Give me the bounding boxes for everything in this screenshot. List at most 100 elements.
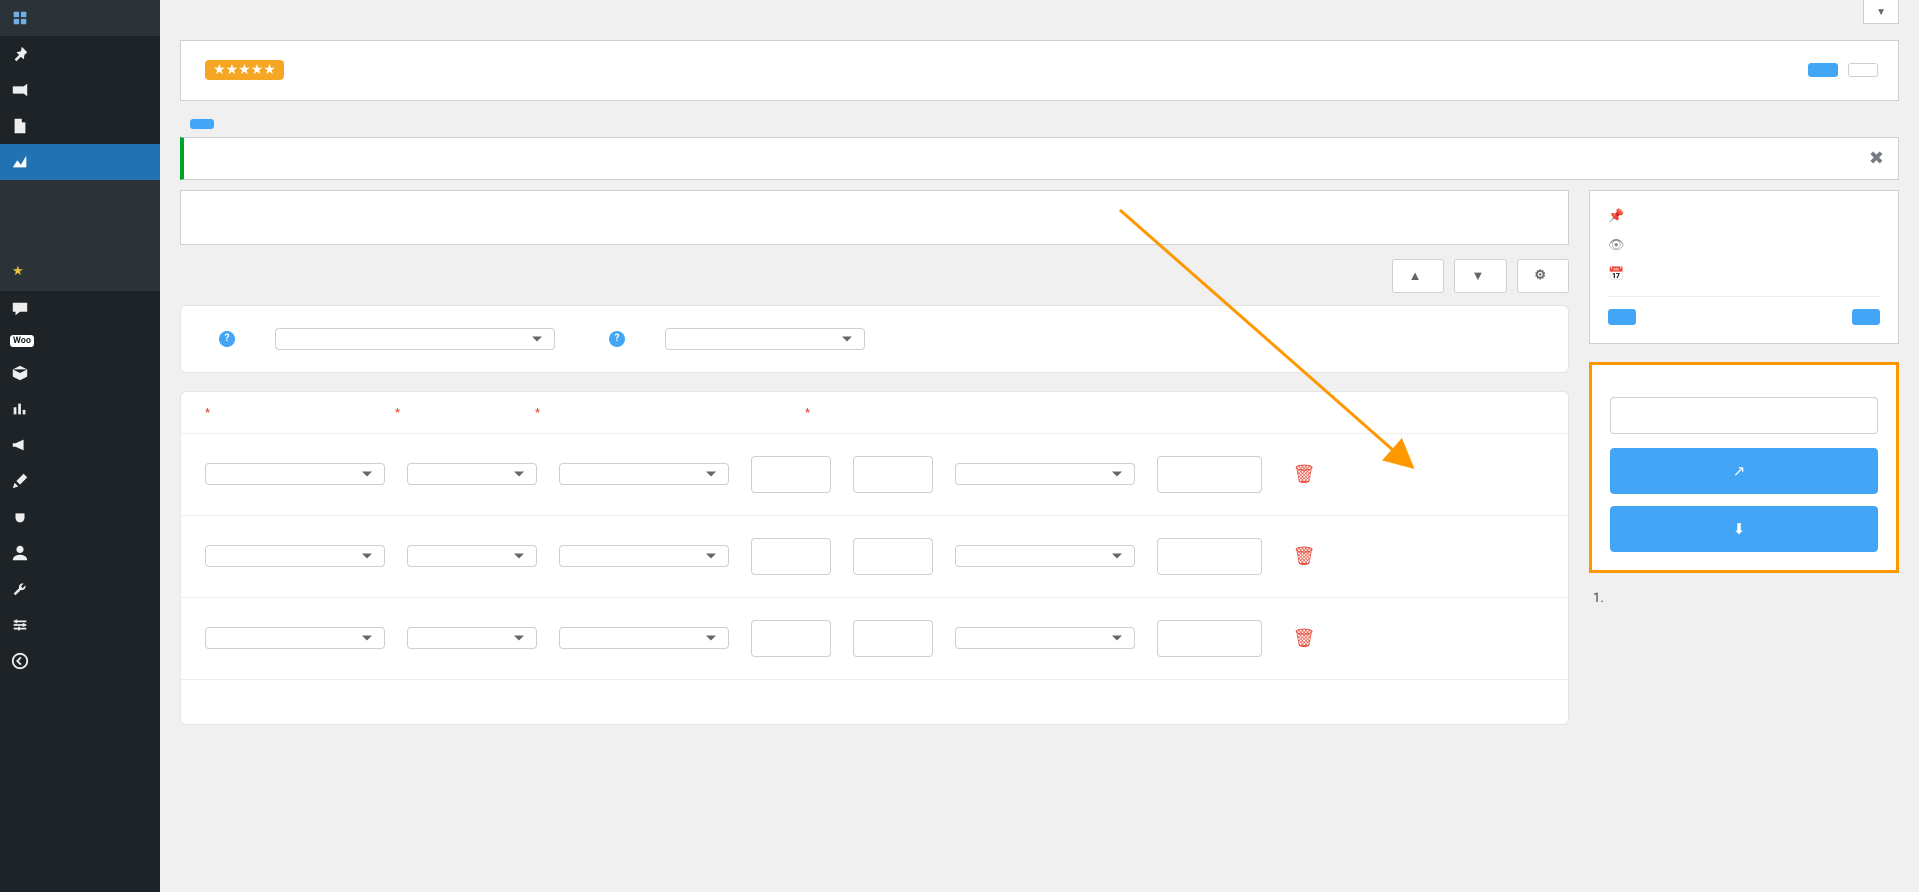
assigned-value-select[interactable] — [559, 627, 729, 649]
feed-type-select[interactable] — [665, 328, 865, 350]
sidebar-item-comments[interactable] — [0, 291, 160, 327]
main-content: ★★★★★ ✖ — [160, 0, 1919, 892]
sidebar-item-media[interactable] — [0, 72, 160, 108]
sidebar-sub-settings[interactable] — [0, 234, 160, 246]
attributes-table: * * * * — [180, 391, 1569, 725]
assigned-value-select[interactable] — [559, 463, 729, 485]
pages-icon — [10, 116, 30, 136]
output-filter-select[interactable] — [955, 463, 1135, 485]
sidebar-item-products[interactable] — [0, 355, 160, 391]
sidebar-item-users[interactable] — [0, 535, 160, 571]
not-now-button[interactable] — [1848, 63, 1878, 77]
sidebar-item-collapse[interactable] — [0, 643, 160, 679]
suffix-input[interactable] — [853, 620, 933, 657]
sidebar-item-settings[interactable] — [0, 607, 160, 643]
download-feed-button[interactable]: ⬇ — [1610, 506, 1878, 552]
table-row — [181, 679, 1568, 724]
screen-options-toggle[interactable] — [1863, 0, 1899, 24]
admin-sidebar: ★ Woo — [0, 0, 160, 892]
update-button[interactable] — [1852, 309, 1880, 325]
dashboard-icon — [10, 8, 30, 28]
output-filter-select[interactable] — [955, 627, 1135, 649]
help-icon[interactable]: ? — [609, 331, 625, 347]
feed-title-input[interactable] — [180, 190, 1569, 245]
trash-icon[interactable]: 🗑 — [1293, 546, 1316, 567]
sidebar-sub-go-pro[interactable]: ★ — [0, 258, 160, 285]
brush-icon — [10, 471, 30, 491]
feed-settings-button[interactable]: ⚙ — [1517, 259, 1569, 293]
collapse-icon — [10, 651, 30, 671]
stars-icon: ★★★★★ — [205, 60, 284, 80]
premium-item — [1607, 591, 1899, 606]
tools-icon — [10, 579, 30, 599]
chart-icon — [10, 152, 30, 172]
calendar-icon: 📅 — [1608, 267, 1624, 282]
th-limit — [1085, 406, 1190, 419]
table-row: 🗑 — [181, 433, 1568, 515]
analytics-icon — [10, 399, 30, 419]
troubleshoot-button[interactable]: ▲ — [1392, 259, 1445, 293]
rate-now-button[interactable] — [1808, 63, 1838, 77]
char-limit-input[interactable] — [1157, 538, 1262, 575]
view-feed-button[interactable]: ↗ — [1610, 448, 1878, 494]
add-new-button[interactable] — [190, 119, 214, 129]
trash-icon[interactable]: 🗑 — [1293, 628, 1316, 649]
dismiss-notice-icon[interactable]: ✖ — [1869, 148, 1884, 169]
comment-icon — [10, 299, 30, 319]
table-row: 🗑 — [181, 597, 1568, 679]
purge-cache-button[interactable] — [1608, 309, 1636, 325]
suffix-input[interactable] — [853, 456, 933, 493]
sidebar-item-woocommerce[interactable]: Woo — [0, 327, 160, 355]
settings-icon — [10, 615, 30, 635]
th-filter — [895, 406, 1075, 419]
pin-icon: 📌 — [1608, 209, 1624, 224]
sidebar-sub-support[interactable] — [0, 246, 160, 258]
char-limit-input[interactable] — [1157, 620, 1262, 657]
assigned-value-select[interactable] — [559, 545, 729, 567]
external-link-icon: ↗ — [1733, 462, 1746, 480]
woo-icon: Woo — [10, 335, 34, 347]
box-icon — [10, 363, 30, 383]
required-attr-select[interactable] — [205, 627, 385, 649]
th-prefix — [715, 406, 795, 419]
product-filter-button[interactable]: ▼ — [1454, 259, 1507, 293]
th-action — [1200, 406, 1240, 419]
sidebar-item-posts[interactable] — [0, 36, 160, 72]
char-limit-input[interactable] — [1157, 456, 1262, 493]
feed-url-input[interactable] — [1610, 397, 1878, 434]
sidebar-item-appearance[interactable] — [0, 463, 160, 499]
user-icon — [10, 543, 30, 563]
trash-icon[interactable]: 🗑 — [1293, 464, 1316, 485]
sidebar-sub-add-new[interactable] — [0, 198, 160, 210]
merchant-select[interactable] — [275, 328, 555, 350]
rating-banner: ★★★★★ — [180, 40, 1899, 101]
attr-type-select[interactable] — [407, 627, 537, 649]
help-icon[interactable]: ? — [219, 331, 235, 347]
suffix-input[interactable] — [853, 538, 933, 575]
sidebar-item-pages[interactable] — [0, 108, 160, 144]
publish-box: 📌 👁 📅 — [1589, 190, 1899, 344]
sidebar-item-marketing[interactable] — [0, 427, 160, 463]
sidebar-sub-category-mapping[interactable] — [0, 210, 160, 222]
attr-type-select[interactable] — [407, 545, 537, 567]
sidebar-item-product-feed[interactable] — [0, 144, 160, 180]
warning-icon: ▲ — [1409, 268, 1422, 284]
sidebar-sub-all-feeds[interactable] — [0, 186, 160, 198]
gear-icon: ⚙ — [1534, 268, 1546, 283]
attr-type-select[interactable] — [407, 463, 537, 485]
sidebar-sub-google-merchant[interactable] — [0, 222, 160, 234]
feed-url-box: ↗ ⬇ — [1589, 362, 1899, 573]
required-attr-select[interactable] — [205, 545, 385, 567]
output-filter-select[interactable] — [955, 545, 1135, 567]
sidebar-item-tools[interactable] — [0, 571, 160, 607]
required-attr-select[interactable] — [205, 463, 385, 485]
premium-upsell-box — [1589, 591, 1899, 606]
prefix-input[interactable] — [751, 620, 831, 657]
feed-config-box: ? ? — [180, 305, 1569, 373]
sidebar-item-analytics[interactable] — [0, 391, 160, 427]
sidebar-item-plugins[interactable] — [0, 499, 160, 535]
eye-icon: 👁 — [1608, 238, 1624, 253]
prefix-input[interactable] — [751, 456, 831, 493]
prefix-input[interactable] — [751, 538, 831, 575]
sidebar-item-dashboard[interactable] — [0, 0, 160, 36]
